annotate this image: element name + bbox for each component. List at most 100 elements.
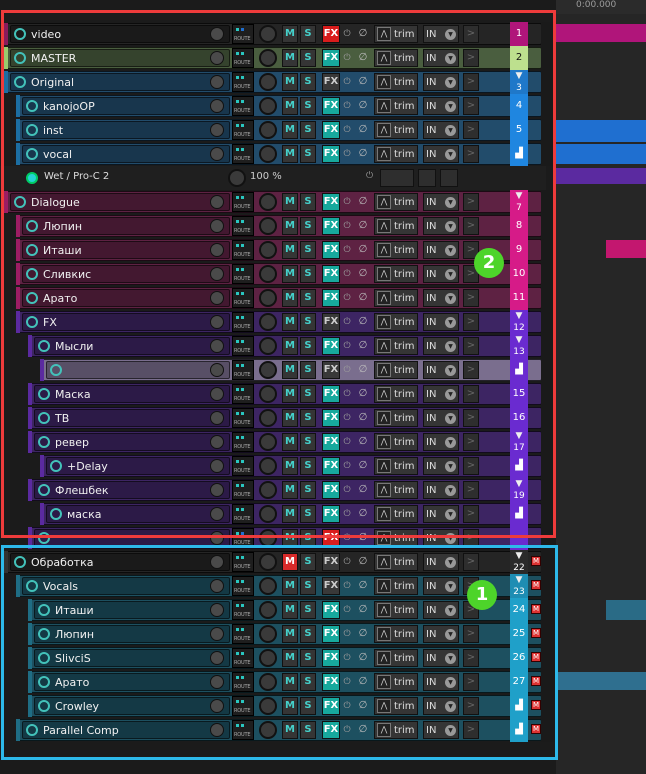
rec-arm-icon[interactable] xyxy=(26,100,38,112)
automation-button[interactable]: ⋀ trim xyxy=(374,529,418,547)
pan-knob[interactable] xyxy=(210,123,224,137)
mute-button[interactable]: M xyxy=(282,601,298,619)
track-name-box[interactable]: video xyxy=(10,25,230,43)
solo-button[interactable]: S xyxy=(300,265,316,283)
track-name-box[interactable]: Сливкис xyxy=(22,265,230,283)
mute-button[interactable]: M xyxy=(282,697,298,715)
phase-icon[interactable]: ∅ xyxy=(356,505,370,523)
automation-button[interactable]: ⋀ trim xyxy=(374,97,418,115)
rec-arm-icon[interactable] xyxy=(26,244,38,256)
route-button[interactable]: ROUTE xyxy=(232,504,254,524)
volume-knob[interactable] xyxy=(259,625,277,643)
pan-knob[interactable] xyxy=(210,195,224,209)
monitor-icon[interactable]: > xyxy=(463,25,479,43)
phase-icon[interactable]: ∅ xyxy=(356,97,370,115)
automation-button[interactable]: ⋀ trim xyxy=(374,73,418,91)
fx-bypass-icon[interactable]: ⏻ xyxy=(342,649,352,667)
monitor-icon[interactable]: > xyxy=(463,385,479,403)
fx-button[interactable]: FX xyxy=(322,289,340,307)
track-row[interactable]: Люпин ROUTE M S FX ⏻ ∅ ⋀ trim IN ▼ >25 M xyxy=(0,622,556,646)
vocal-clip[interactable] xyxy=(556,144,646,164)
route-button[interactable]: ROUTE xyxy=(232,288,254,308)
automation-button[interactable]: ⋀ trim xyxy=(374,721,418,739)
fx-bypass-icon[interactable]: ⏻ xyxy=(342,505,352,523)
track-name-box[interactable]: vocal xyxy=(22,145,230,163)
pan-knob[interactable] xyxy=(210,459,224,473)
rec-arm-icon[interactable] xyxy=(14,52,26,64)
fx-bypass-icon[interactable]: ⏻ xyxy=(342,361,352,379)
solo-button[interactable]: S xyxy=(300,337,316,355)
pan-knob[interactable] xyxy=(210,627,224,641)
solo-button[interactable]: S xyxy=(300,529,316,547)
solo-button[interactable]: S xyxy=(300,289,316,307)
volume-knob[interactable] xyxy=(259,697,277,715)
fx-bypass-icon[interactable]: ⏻ xyxy=(342,553,352,571)
automation-button[interactable]: ⋀ trim xyxy=(374,121,418,139)
volume-knob[interactable] xyxy=(259,481,277,499)
track-row[interactable]: Original ROUTE M S FX ⏻ ∅ ⋀ trim IN ▼ > ▼ 3 xyxy=(0,70,556,94)
record-mode-icon[interactable]: M xyxy=(531,700,541,710)
volume-knob[interactable] xyxy=(259,241,277,259)
monitor-icon[interactable]: > xyxy=(463,217,479,235)
track-row[interactable]: kanojoOP ROUTE M S FX ⏻ ∅ ⋀ trim IN ▼ >4 xyxy=(0,94,556,118)
volume-knob[interactable] xyxy=(259,601,277,619)
fx-bypass-icon[interactable]: ⏻ xyxy=(342,49,352,67)
input-button[interactable]: IN ▼ xyxy=(423,241,459,259)
track-name-box[interactable]: Арато xyxy=(22,289,230,307)
volume-knob[interactable] xyxy=(259,49,277,67)
fx-bypass-icon[interactable]: ⏻ xyxy=(342,289,352,307)
fx-bypass-icon[interactable]: ⏻ xyxy=(342,673,352,691)
input-button[interactable]: IN ▼ xyxy=(423,601,459,619)
pan-knob[interactable] xyxy=(210,243,224,257)
solo-button[interactable]: S xyxy=(300,625,316,643)
fx-button[interactable]: FX xyxy=(322,337,340,355)
phase-icon[interactable]: ∅ xyxy=(356,121,370,139)
track-row[interactable]: Parallel Comp ROUTE M S FX ⏻ ∅ ⋀ trim IN ▼ > ▟ M xyxy=(0,718,556,742)
track-name-box[interactable]: Люпин xyxy=(34,625,230,643)
automation-button[interactable]: ⋀ trim xyxy=(374,241,418,259)
input-button[interactable]: IN ▼ xyxy=(423,577,459,595)
fx-button[interactable]: FX xyxy=(322,457,340,475)
fx-button[interactable]: FX xyxy=(322,49,340,67)
fx-bypass-icon[interactable]: ⏻ xyxy=(342,385,352,403)
record-mode-icon[interactable]: M xyxy=(531,628,541,638)
phase-icon[interactable]: ∅ xyxy=(356,697,370,715)
rec-arm-icon[interactable] xyxy=(26,316,38,328)
mute-button[interactable]: M xyxy=(282,265,298,283)
fx-button[interactable]: FX xyxy=(322,697,340,715)
rec-arm-icon[interactable] xyxy=(14,76,26,88)
mute-button[interactable]: M xyxy=(282,481,298,499)
fx-bypass-icon[interactable]: ⏻ xyxy=(342,193,352,211)
fx-bypass-icon[interactable]: ⏻ xyxy=(342,625,352,643)
volume-knob[interactable] xyxy=(259,409,277,427)
rec-arm-icon[interactable] xyxy=(38,652,50,664)
folder-toggle[interactable]: ▼ 22 xyxy=(510,550,528,574)
automation-button[interactable]: ⋀ trim xyxy=(374,217,418,235)
phase-icon[interactable]: ∅ xyxy=(356,337,370,355)
track-row[interactable]: inst ROUTE M S FX ⏻ ∅ ⋀ trim IN ▼ >5 xyxy=(0,118,556,142)
track-row[interactable]: Люпин ROUTE M S FX ⏻ ∅ ⋀ trim IN ▼ >8 xyxy=(0,214,556,238)
fx-bypass-icon[interactable]: ⏻ xyxy=(342,601,352,619)
input-button[interactable]: IN ▼ xyxy=(423,193,459,211)
solo-button[interactable]: S xyxy=(300,73,316,91)
route-button[interactable]: ROUTE xyxy=(232,216,254,236)
fx-bypass-icon[interactable]: ⏻ xyxy=(342,433,352,451)
automation-button[interactable]: ⋀ trim xyxy=(374,193,418,211)
fx-button[interactable]: FX xyxy=(322,601,340,619)
rec-arm-icon[interactable] xyxy=(38,700,50,712)
route-button[interactable]: ROUTE xyxy=(232,576,254,596)
track-row[interactable]: ROUTE M S FX ⏻ ∅ ⋀ trim IN ▼ > xyxy=(0,526,556,550)
rec-arm-icon[interactable] xyxy=(26,148,38,160)
pan-knob[interactable] xyxy=(210,531,224,545)
monitor-icon[interactable]: > xyxy=(463,145,479,163)
input-button[interactable]: IN ▼ xyxy=(423,625,459,643)
monitor-icon[interactable]: > xyxy=(463,289,479,307)
route-button[interactable]: ROUTE xyxy=(232,648,254,668)
mute-button[interactable]: M xyxy=(282,49,298,67)
solo-button[interactable]: S xyxy=(300,217,316,235)
volume-knob[interactable] xyxy=(259,721,277,739)
mute-button[interactable]: M xyxy=(282,505,298,523)
fx-bypass-icon[interactable]: ⏻ xyxy=(342,481,352,499)
mute-button[interactable]: M xyxy=(282,121,298,139)
folder-toggle[interactable]: ▼ 23 xyxy=(510,574,528,598)
